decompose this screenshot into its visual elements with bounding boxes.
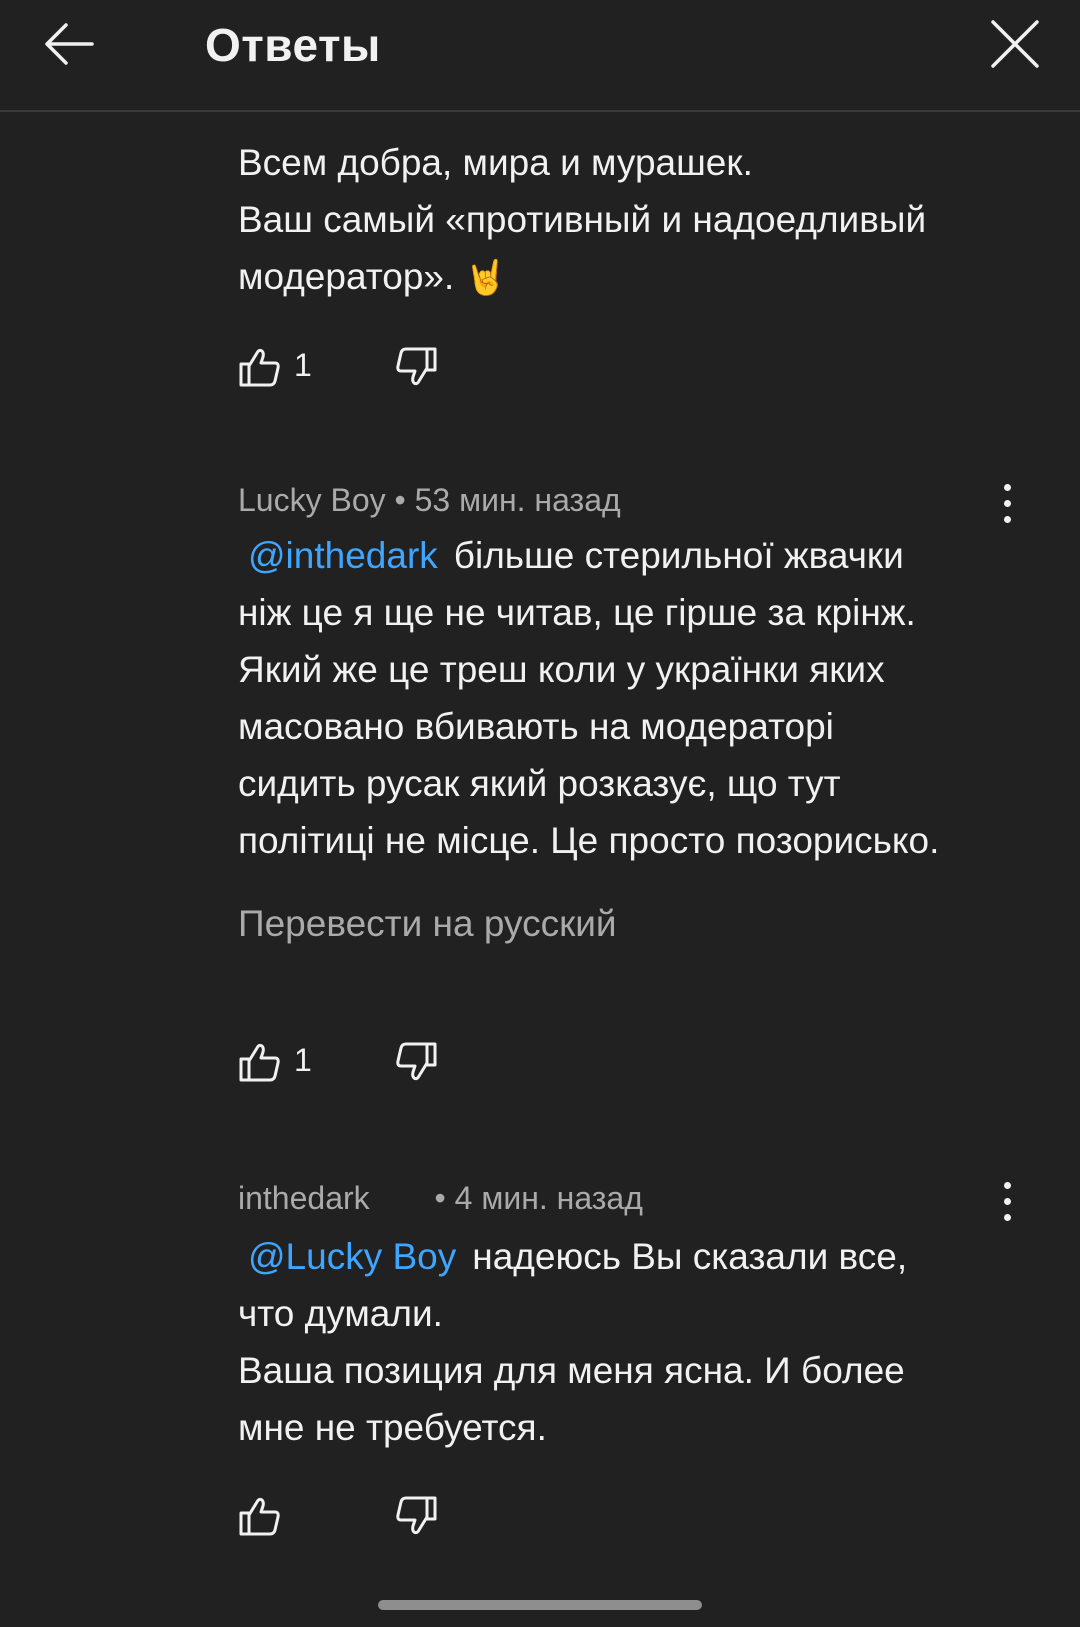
close-icon	[991, 20, 1039, 68]
comment-line: масовано вбивають на модераторі	[238, 706, 834, 747]
comment-author[interactable]: Lucky Boy	[238, 482, 386, 518]
dislike-button[interactable]	[394, 1040, 438, 1084]
comment-line: @inthedark більше стерильної жвачки	[238, 527, 1028, 584]
comment-time: • 4 мин. назад	[434, 1180, 643, 1216]
replies-header: Ответы	[0, 0, 1080, 112]
comment-line-text: надеюсь Вы сказали все,	[472, 1236, 908, 1277]
comment-line: Ваш самый «противный и надоедливый	[238, 199, 927, 240]
more-vertical-icon	[995, 484, 1019, 523]
comment-meta: inthedark • 4 мин. назад	[238, 1180, 643, 1217]
close-button[interactable]	[985, 14, 1045, 74]
back-button[interactable]	[40, 14, 100, 74]
comment-line: @Lucky Boy надеюсь Вы сказали все,	[238, 1228, 1028, 1285]
more-actions-button[interactable]	[995, 484, 1019, 528]
page-title: Ответы	[205, 19, 381, 71]
like-button[interactable]	[238, 345, 282, 389]
like-button[interactable]	[238, 1040, 282, 1084]
home-indicator[interactable]	[378, 1600, 702, 1610]
comment-body: @Lucky Boy надеюсь Вы сказали все, что ду…	[238, 1228, 1028, 1456]
thumbs-up-icon	[239, 1043, 280, 1082]
comment-line: модератор». 🤘	[238, 248, 1028, 307]
comment-line: Який же це треш коли у українки яких	[238, 649, 885, 690]
user-mention-link[interactable]: @inthedark	[248, 535, 438, 576]
thumbs-down-icon	[396, 1496, 437, 1535]
comment-line: что думали.	[238, 1293, 443, 1334]
arrow-left-icon	[45, 23, 94, 65]
dislike-button[interactable]	[394, 1494, 438, 1538]
comment-meta: Lucky Boy • 53 мин. назад	[238, 482, 621, 519]
comment-line: Всем добра, мира и мурашек.	[238, 142, 753, 183]
like-button[interactable]	[238, 1494, 282, 1538]
thumbs-down-icon	[396, 1042, 437, 1081]
rock-hand-emoji: 🤘	[464, 259, 507, 297]
comment-line: сидить русак який розказує, що тут	[238, 763, 841, 804]
more-vertical-icon	[995, 1182, 1019, 1221]
translate-link[interactable]: Перевести на русский	[238, 903, 617, 945]
comment-time: • 53 мин. назад	[394, 482, 621, 518]
comment-body: @inthedark більше стерильної жвачки ніж ц…	[238, 527, 1028, 869]
thumbs-down-icon	[396, 347, 437, 386]
thumbs-up-icon	[239, 348, 280, 387]
comment-line: ніж це я ще не читав, це гірше за крінж.	[238, 592, 916, 633]
comment-line: політиці не місце. Це просто позорисько.	[238, 820, 940, 861]
comment-line: Ваша позиция для меня ясна. И более	[238, 1350, 905, 1391]
like-count: 1	[294, 347, 312, 383]
comment-line-text: більше стерильної жвачки	[453, 535, 904, 576]
like-count: 1	[294, 1042, 312, 1078]
comment-line: мне не требуется.	[238, 1407, 547, 1448]
dislike-button[interactable]	[394, 345, 438, 389]
thumbs-up-icon	[239, 1497, 280, 1536]
user-mention-link[interactable]: @Lucky Boy	[248, 1236, 456, 1277]
more-actions-button[interactable]	[995, 1182, 1019, 1226]
comment-author[interactable]: inthedark	[238, 1180, 370, 1216]
comment-line-text: модератор».	[238, 256, 455, 297]
comment-body: Всем добра, мира и мурашек. Ваш самый «п…	[238, 134, 1028, 307]
